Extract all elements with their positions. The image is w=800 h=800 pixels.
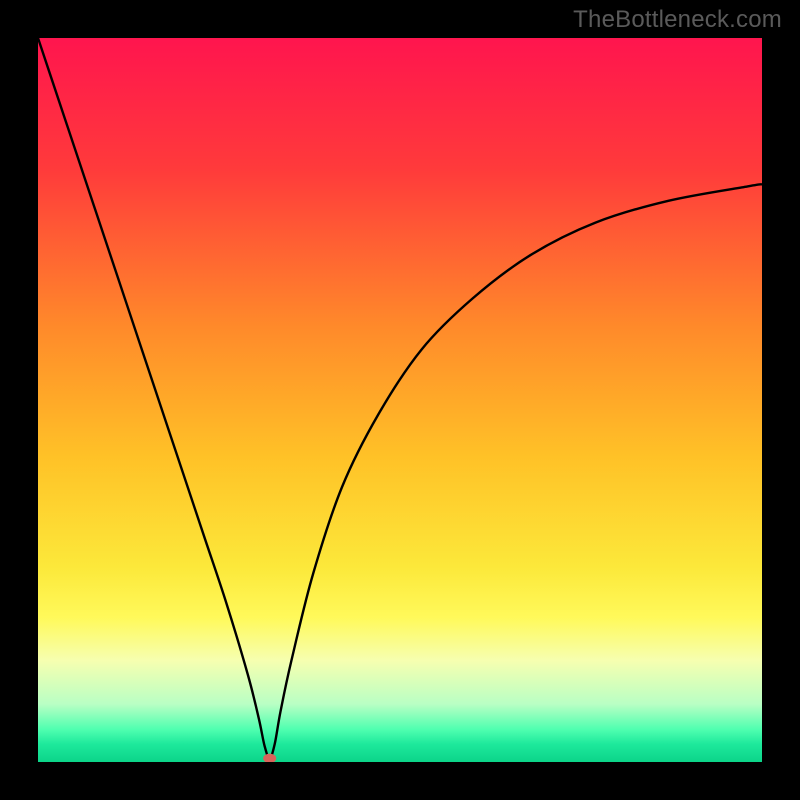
- minimum-marker: [263, 754, 276, 762]
- watermark-text: TheBottleneck.com: [573, 6, 782, 34]
- plot-area: [38, 38, 762, 762]
- curve-layer: [38, 38, 762, 762]
- bottleneck-curve: [38, 38, 762, 758]
